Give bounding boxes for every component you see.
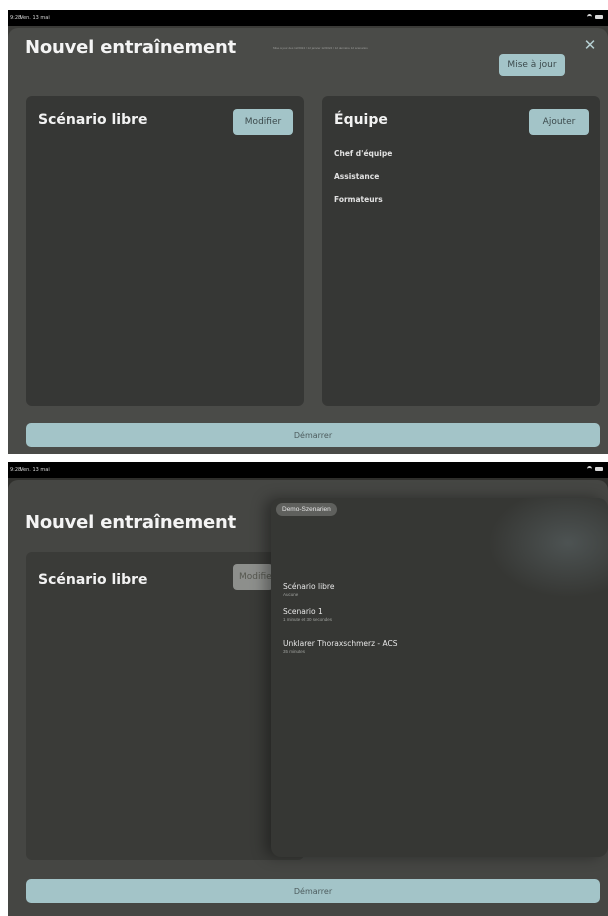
scenario-option-name: Scenario 1 — [283, 607, 323, 616]
update-hint: Mise à jour des 12/2024 / 12 janvier 12/… — [273, 46, 368, 50]
scenario-option-name: Scénario libre — [283, 582, 335, 591]
wifi-icon — [587, 14, 592, 20]
battery-icon — [595, 467, 603, 471]
status-bar: 9:28 Ven. 13 mai — [8, 462, 608, 478]
start-button[interactable]: Démarrer — [26, 423, 600, 447]
close-icon[interactable]: ✕ — [582, 38, 598, 54]
modify-button[interactable]: Modifier — [233, 564, 273, 590]
scenario-picker-popover: Demo-Szenarien Scénario libre Aucune Sce… — [271, 498, 608, 857]
status-date: Ven. 13 mai — [20, 467, 50, 473]
status-bar: 9:28 Ven. 13 mai — [8, 10, 608, 26]
page-title: Nouvel entraînement — [25, 512, 237, 533]
scenario-option-duration: 1 minute et 30 secondes — [283, 617, 333, 622]
scenario-title: Scénario libre — [38, 572, 148, 588]
status-date: Ven. 13 mai — [20, 15, 50, 21]
role-trainers[interactable]: Formateurs — [334, 195, 383, 204]
role-assistance[interactable]: Assistance — [334, 172, 379, 181]
start-button[interactable]: Démarrer — [26, 879, 600, 903]
role-team-lead[interactable]: Chef d'équipe — [334, 149, 392, 158]
scenario-option-duration: 35 minutes — [283, 649, 306, 654]
screenshot-top: 9:28 Ven. 13 mai Nouvel entraînement Mis… — [8, 10, 608, 454]
scenario-option-name: Unklarer Thoraxschmerz - ACS — [283, 639, 398, 648]
scenario-option-free[interactable]: Scénario libre Aucune — [283, 582, 334, 597]
screenshot-bottom: 9:28 Ven. 13 mai Nouvel entraînement Scé… — [8, 462, 608, 916]
scenario-card: Scénario libre — [26, 552, 304, 860]
scenario-option-acs[interactable]: Unklarer Thoraxschmerz - ACS 35 minutes — [283, 639, 398, 654]
team-title: Équipe — [334, 112, 388, 128]
update-button[interactable]: Mise à jour — [499, 54, 565, 76]
scenario-option-1[interactable]: Scenario 1 1 minute et 30 secondes — [283, 607, 332, 622]
scenario-option-duration: Aucune — [283, 592, 299, 597]
scenario-title: Scénario libre — [38, 112, 148, 128]
battery-icon — [595, 15, 603, 19]
team-card: Équipe Ajouter Chef d'équipe Assistance … — [322, 96, 600, 406]
scenario-group-tag: Demo-Szenarien — [276, 503, 337, 516]
wifi-icon — [587, 466, 592, 472]
page-title: Nouvel entraînement — [25, 37, 237, 58]
modify-button[interactable]: Modifier — [233, 109, 293, 135]
add-button[interactable]: Ajouter — [529, 109, 589, 135]
scenario-card: Scénario libre Modifier — [26, 96, 304, 406]
